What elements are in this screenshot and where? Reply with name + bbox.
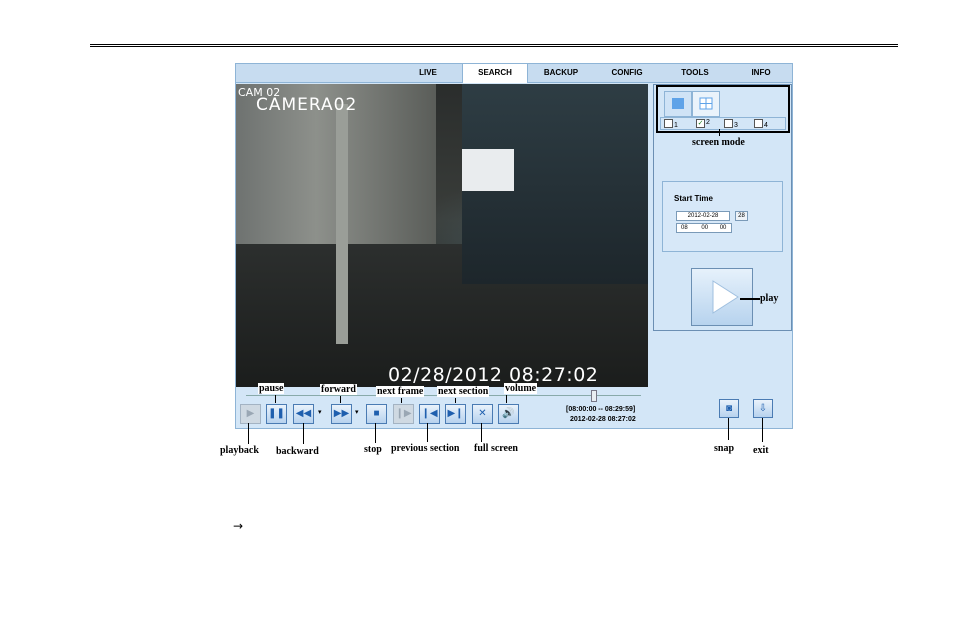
forward-leader (340, 396, 341, 403)
stop-annotation: stop (364, 444, 382, 455)
play-icon (712, 280, 739, 314)
seek-thumb[interactable] (590, 390, 597, 402)
header-rule (90, 44, 898, 47)
backward-button[interactable]: ◀◀ (293, 404, 314, 424)
calendar-button[interactable]: 28 (735, 211, 748, 221)
forward-speed-dropdown[interactable]: ▾ (355, 408, 359, 416)
playback-button[interactable]: ▶ (240, 404, 261, 424)
osd-timestamp: 02/28/2012 08:27:02 (388, 364, 599, 386)
volume-button[interactable]: 🔊 (498, 404, 519, 424)
volume-annotation: volume (504, 383, 538, 394)
full-screen-leader (481, 423, 482, 442)
tab-info[interactable]: INFO (734, 64, 788, 82)
channel-2-checkbox[interactable]: ✓ 2 (696, 119, 710, 128)
camera-icon: ◙ (725, 403, 733, 414)
next-frame-leader (401, 398, 402, 403)
main-nav: LIVE SEARCH BACKUP CONFIG TOOLS INFO (236, 64, 792, 83)
start-time-field[interactable]: 08 00 00 (676, 223, 732, 233)
tab-search[interactable]: SEARCH (462, 64, 528, 83)
next-frame-button[interactable]: ❙▶ (393, 404, 414, 424)
skip-forward-icon: ▶❙ (447, 408, 464, 419)
channel-4-checkbox[interactable]: 4 (754, 119, 768, 129)
snap-button[interactable]: ◙ (719, 399, 739, 418)
tab-config[interactable]: CONFIG (598, 64, 656, 82)
stop-leader (375, 423, 376, 443)
backward-leader (303, 423, 304, 444)
next-section-annotation: next section (437, 386, 490, 397)
start-minute[interactable]: 00 (701, 225, 708, 231)
video-scene-screen (462, 149, 514, 191)
snap-leader (728, 418, 729, 440)
backward-speed-dropdown[interactable]: ▾ (318, 408, 322, 416)
bullet-arrow: → (233, 519, 244, 533)
pause-annotation: pause (258, 383, 285, 394)
stop-icon: ■ (373, 408, 380, 419)
full-screen-button[interactable]: ✕ (472, 404, 493, 424)
exit-annotation: exit (753, 445, 769, 456)
forward-button[interactable]: ▶▶ (331, 404, 352, 424)
speaker-icon: 🔊 (502, 408, 515, 419)
next-section-button[interactable]: ▶❙ (445, 404, 466, 424)
play-annotation: play (760, 293, 779, 304)
pause-icon: ❚❚ (268, 408, 285, 419)
video-scene-door (336, 104, 348, 344)
previous-section-leader (427, 423, 428, 442)
channel-3-checkbox[interactable]: 3 (724, 119, 738, 129)
playback-leader (248, 423, 249, 444)
pause-button[interactable]: ❚❚ (266, 404, 287, 424)
exit-leader (762, 418, 763, 442)
tab-backup[interactable]: BACKUP (532, 64, 590, 82)
fast-forward-icon: ▶▶ (333, 408, 350, 419)
start-second[interactable]: 00 (720, 225, 727, 231)
stop-button[interactable]: ■ (366, 404, 387, 424)
next-section-leader (455, 398, 456, 403)
screen-mode-panel: 1 ✓ 2 3 4 (656, 85, 790, 133)
play-button[interactable] (691, 268, 753, 326)
play-icon: ▶ (246, 408, 255, 419)
channel-1-checkbox[interactable]: 1 (664, 119, 678, 129)
previous-section-button[interactable]: ❙◀ (419, 404, 440, 424)
play-leader (740, 298, 760, 300)
fullscreen-icon: ✕ (478, 408, 487, 419)
forward-annotation: forward (320, 384, 357, 395)
video-player[interactable]: CAM 02 CAMERA02 02/28/2012 08:27:02 (236, 84, 648, 387)
dvr-search-window: LIVE SEARCH BACKUP CONFIG TOOLS INFO CAM… (235, 63, 793, 429)
step-forward-icon: ❙▶ (395, 408, 412, 419)
previous-section-annotation: previous section (391, 443, 460, 454)
quad-screen-icon (699, 97, 713, 110)
start-date-field[interactable]: 2012-02-28 (676, 211, 730, 221)
quad-screen-button[interactable] (692, 91, 720, 117)
start-time-panel: Start Time 2012-02-28 28 08 00 00 (662, 181, 783, 252)
start-hour[interactable]: 08 (681, 225, 688, 231)
playback-annotation: playback (220, 445, 259, 456)
skip-back-icon: ❙◀ (421, 408, 438, 419)
camera-name: CAMERA02 (256, 95, 358, 115)
full-screen-annotation: full screen (474, 443, 518, 454)
volume-leader (506, 395, 507, 403)
exit-button[interactable]: ⇩ (753, 399, 773, 418)
backward-annotation: backward (276, 446, 319, 457)
single-screen-button[interactable] (664, 91, 692, 117)
pause-leader (275, 395, 276, 403)
snap-annotation: snap (714, 443, 735, 454)
screen-mode-leader (719, 129, 720, 136)
tab-tools[interactable]: TOOLS (666, 64, 724, 82)
exit-icon: ⇩ (758, 403, 768, 414)
next-frame-annotation: next frame (376, 386, 425, 397)
current-playback-time: 2012-02-28 08:27:02 (570, 416, 636, 423)
tab-live[interactable]: LIVE (404, 64, 452, 82)
start-time-label: Start Time (674, 194, 713, 203)
single-screen-icon (672, 98, 684, 109)
playback-range: [08:00:00 -- 08:29:59] (566, 406, 636, 413)
screen-mode-annotation: screen mode (692, 137, 745, 148)
rewind-icon: ◀◀ (295, 408, 312, 419)
